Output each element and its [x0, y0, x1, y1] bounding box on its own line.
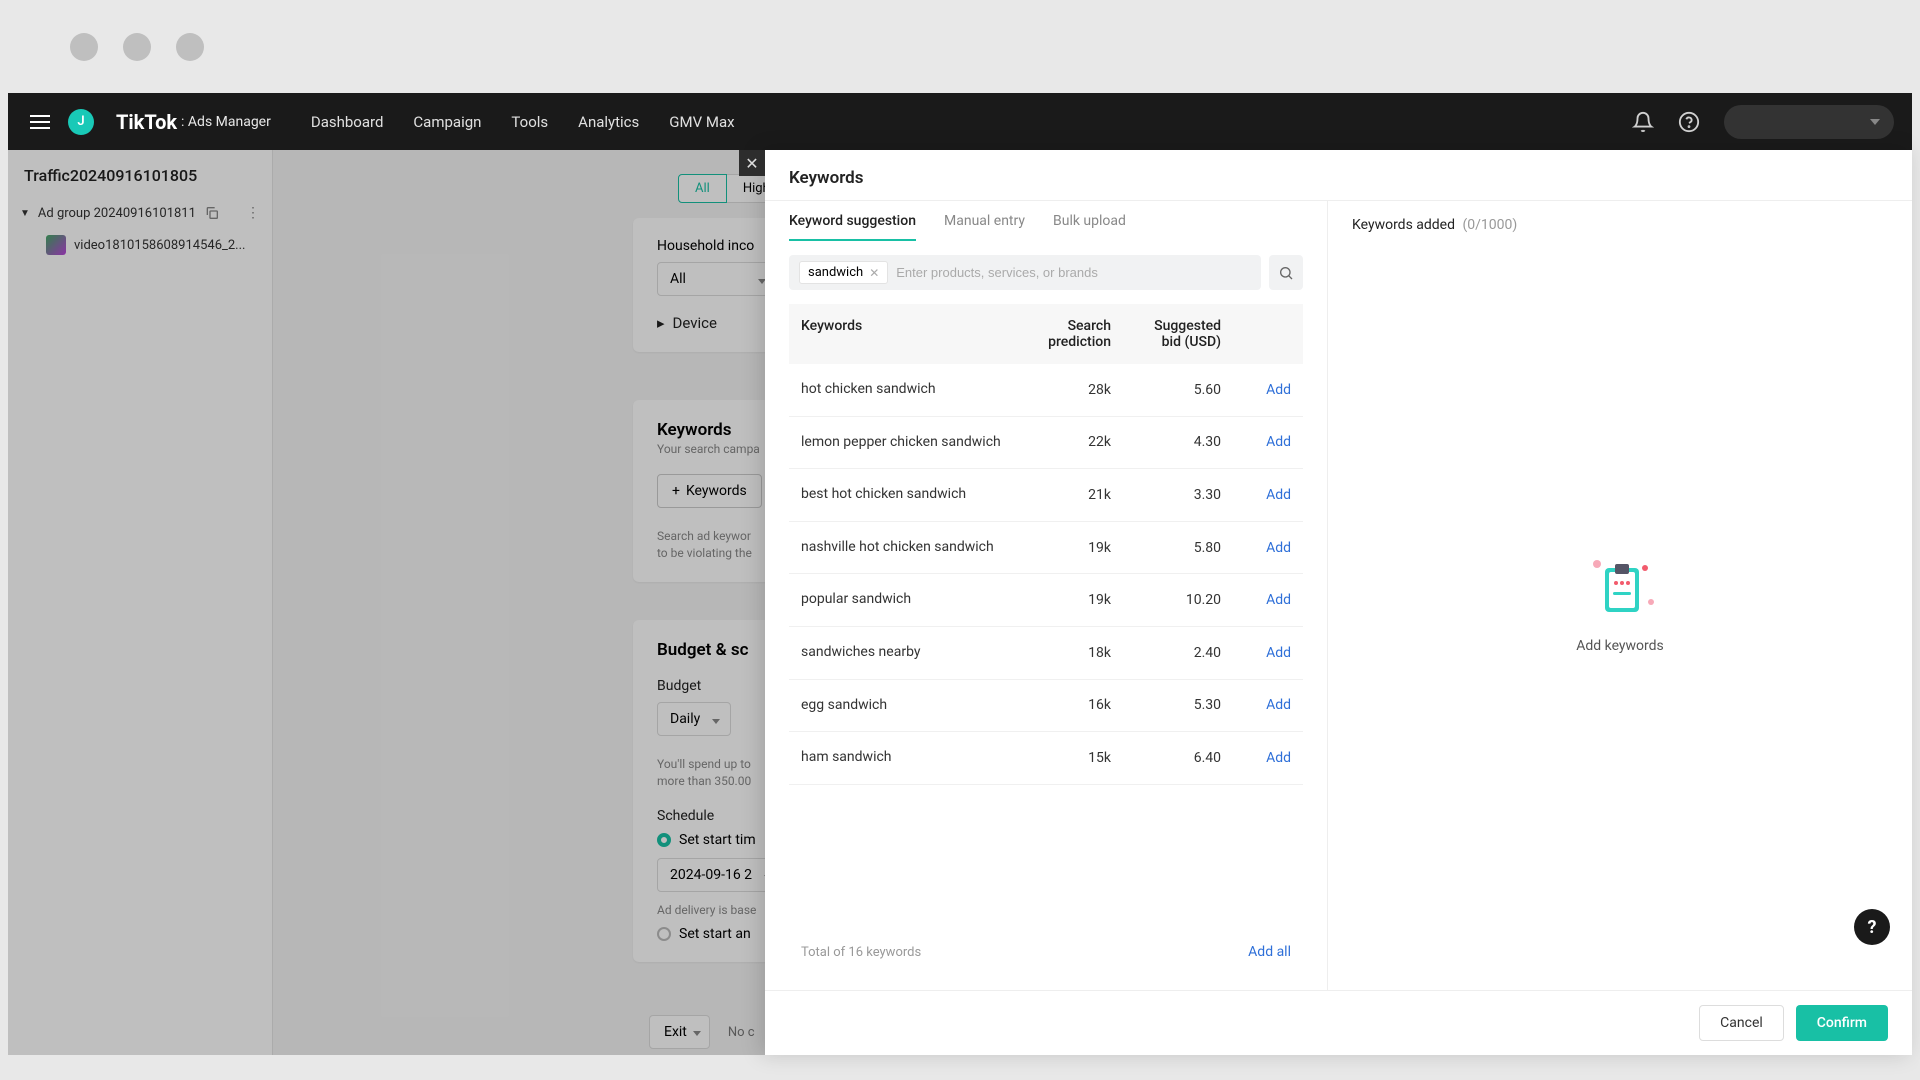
- add-keyword-link[interactable]: Add: [1266, 750, 1291, 766]
- help-icon[interactable]: [1678, 111, 1700, 133]
- empty-state-text: Add keywords: [1576, 638, 1664, 654]
- modal-title: Keywords: [765, 150, 1912, 201]
- search-icon: [1278, 265, 1294, 281]
- add-keyword-link[interactable]: Add: [1266, 592, 1291, 608]
- cell-keyword: hot chicken sandwich: [801, 380, 1001, 400]
- nav-campaign[interactable]: Campaign: [413, 113, 481, 131]
- cell-suggested-bid: 5.60: [1111, 382, 1221, 398]
- traffic-light-dot: [70, 33, 98, 61]
- hamburger-icon[interactable]: [26, 108, 54, 136]
- cell-suggested-bid: 3.30: [1111, 487, 1221, 503]
- cell-keyword: nashville hot chicken sandwich: [801, 538, 1001, 558]
- cell-search-prediction: 22k: [1001, 434, 1111, 450]
- add-keyword-link[interactable]: Add: [1266, 382, 1291, 398]
- cell-suggested-bid: 4.30: [1111, 434, 1221, 450]
- cell-keyword: sandwiches nearby: [801, 643, 1001, 663]
- cell-keyword: popular sandwich: [801, 590, 1001, 610]
- cell-keyword: lemon pepper chicken sandwich: [801, 433, 1001, 453]
- tab-bulk[interactable]: Bulk upload: [1053, 213, 1126, 241]
- cell-search-prediction: 19k: [1001, 592, 1111, 608]
- table-row: ham sandwich15k6.40 Add: [789, 732, 1303, 785]
- search-button[interactable]: [1269, 255, 1303, 290]
- cell-search-prediction: 28k: [1001, 382, 1111, 398]
- tab-suggestion[interactable]: Keyword suggestion: [789, 213, 916, 241]
- table-row: best hot chicken sandwich21k3.30 Add: [789, 469, 1303, 522]
- add-keyword-link[interactable]: Add: [1266, 434, 1291, 450]
- add-keyword-link[interactable]: Add: [1266, 487, 1291, 503]
- cell-suggested-bid: 10.20: [1111, 592, 1221, 608]
- col-search-prediction: Searchprediction: [1001, 318, 1111, 350]
- chip-text: sandwich: [808, 265, 863, 280]
- cell-search-prediction: 19k: [1001, 540, 1111, 556]
- close-icon[interactable]: ✕: [739, 150, 765, 176]
- top-nav: J TikTok : Ads Manager Dashboard Campaig…: [8, 93, 1912, 150]
- cell-search-prediction: 18k: [1001, 645, 1111, 661]
- keyword-total: Total of 16 keywords: [801, 945, 1248, 960]
- table-header: Keywords Searchprediction Suggestedbid (…: [789, 304, 1303, 364]
- traffic-light-dot: [123, 33, 151, 61]
- add-keyword-link[interactable]: Add: [1266, 645, 1291, 661]
- col-keywords: Keywords: [801, 318, 1001, 350]
- avatar[interactable]: J: [68, 109, 94, 135]
- table-row: lemon pepper chicken sandwich22k4.30 Add: [789, 417, 1303, 470]
- keywords-added-count: (0/1000): [1463, 217, 1518, 233]
- nav-analytics[interactable]: Analytics: [578, 113, 639, 131]
- confirm-button[interactable]: Confirm: [1796, 1005, 1888, 1041]
- cancel-button[interactable]: Cancel: [1699, 1005, 1784, 1041]
- table-row: nashville hot chicken sandwich19k5.80 Add: [789, 522, 1303, 575]
- cell-keyword: best hot chicken sandwich: [801, 485, 1001, 505]
- nav-gmvmax[interactable]: GMV Max: [669, 113, 734, 131]
- help-fab[interactable]: ?: [1854, 909, 1890, 945]
- table-row: popular sandwich19k10.20 Add: [789, 574, 1303, 627]
- nav-dashboard[interactable]: Dashboard: [311, 113, 384, 131]
- table-row: egg sandwich16k5.30 Add: [789, 680, 1303, 733]
- traffic-light-dot: [176, 33, 204, 61]
- cell-suggested-bid: 2.40: [1111, 645, 1221, 661]
- keywords-added-label: Keywords added: [1352, 217, 1455, 233]
- search-chip: sandwich ✕: [799, 261, 888, 284]
- nav-tools[interactable]: Tools: [511, 113, 548, 131]
- cell-keyword: egg sandwich: [801, 696, 1001, 716]
- add-keyword-link[interactable]: Add: [1266, 697, 1291, 713]
- cell-suggested-bid: 5.30: [1111, 697, 1221, 713]
- cell-search-prediction: 16k: [1001, 697, 1111, 713]
- brand-logo: TikTok : Ads Manager: [116, 110, 271, 134]
- account-dropdown[interactable]: [1724, 105, 1894, 139]
- cell-keyword: ham sandwich: [801, 748, 1001, 768]
- bell-icon[interactable]: [1632, 111, 1654, 133]
- brand-subtitle: : Ads Manager: [181, 114, 271, 130]
- keyword-search-box[interactable]: sandwich ✕: [789, 255, 1261, 290]
- brand-text: TikTok: [116, 110, 177, 134]
- table-row: hot chicken sandwich28k5.60 Add: [789, 364, 1303, 417]
- keywords-modal: ✕ Keywords Keyword suggestion Manual ent…: [765, 150, 1912, 1055]
- table-row: sandwiches nearby18k2.40 Add: [789, 627, 1303, 680]
- cell-suggested-bid: 6.40: [1111, 750, 1221, 766]
- empty-clipboard-icon: [1585, 554, 1655, 624]
- add-all-link[interactable]: Add all: [1248, 944, 1291, 960]
- cell-search-prediction: 15k: [1001, 750, 1111, 766]
- cell-suggested-bid: 5.80: [1111, 540, 1221, 556]
- chip-remove-icon[interactable]: ✕: [869, 266, 879, 280]
- keyword-suggestion-pane: Keyword suggestion Manual entry Bulk upl…: [765, 201, 1328, 990]
- browser-titlebar: [0, 0, 1920, 93]
- cell-search-prediction: 21k: [1001, 487, 1111, 503]
- add-keyword-link[interactable]: Add: [1266, 540, 1291, 556]
- keyword-search-input[interactable]: [896, 265, 1251, 280]
- keywords-added-pane: Keywords added (0/1000): [1328, 201, 1912, 990]
- tab-manual[interactable]: Manual entry: [944, 213, 1025, 241]
- col-suggested-bid: Suggestedbid (USD): [1111, 318, 1221, 350]
